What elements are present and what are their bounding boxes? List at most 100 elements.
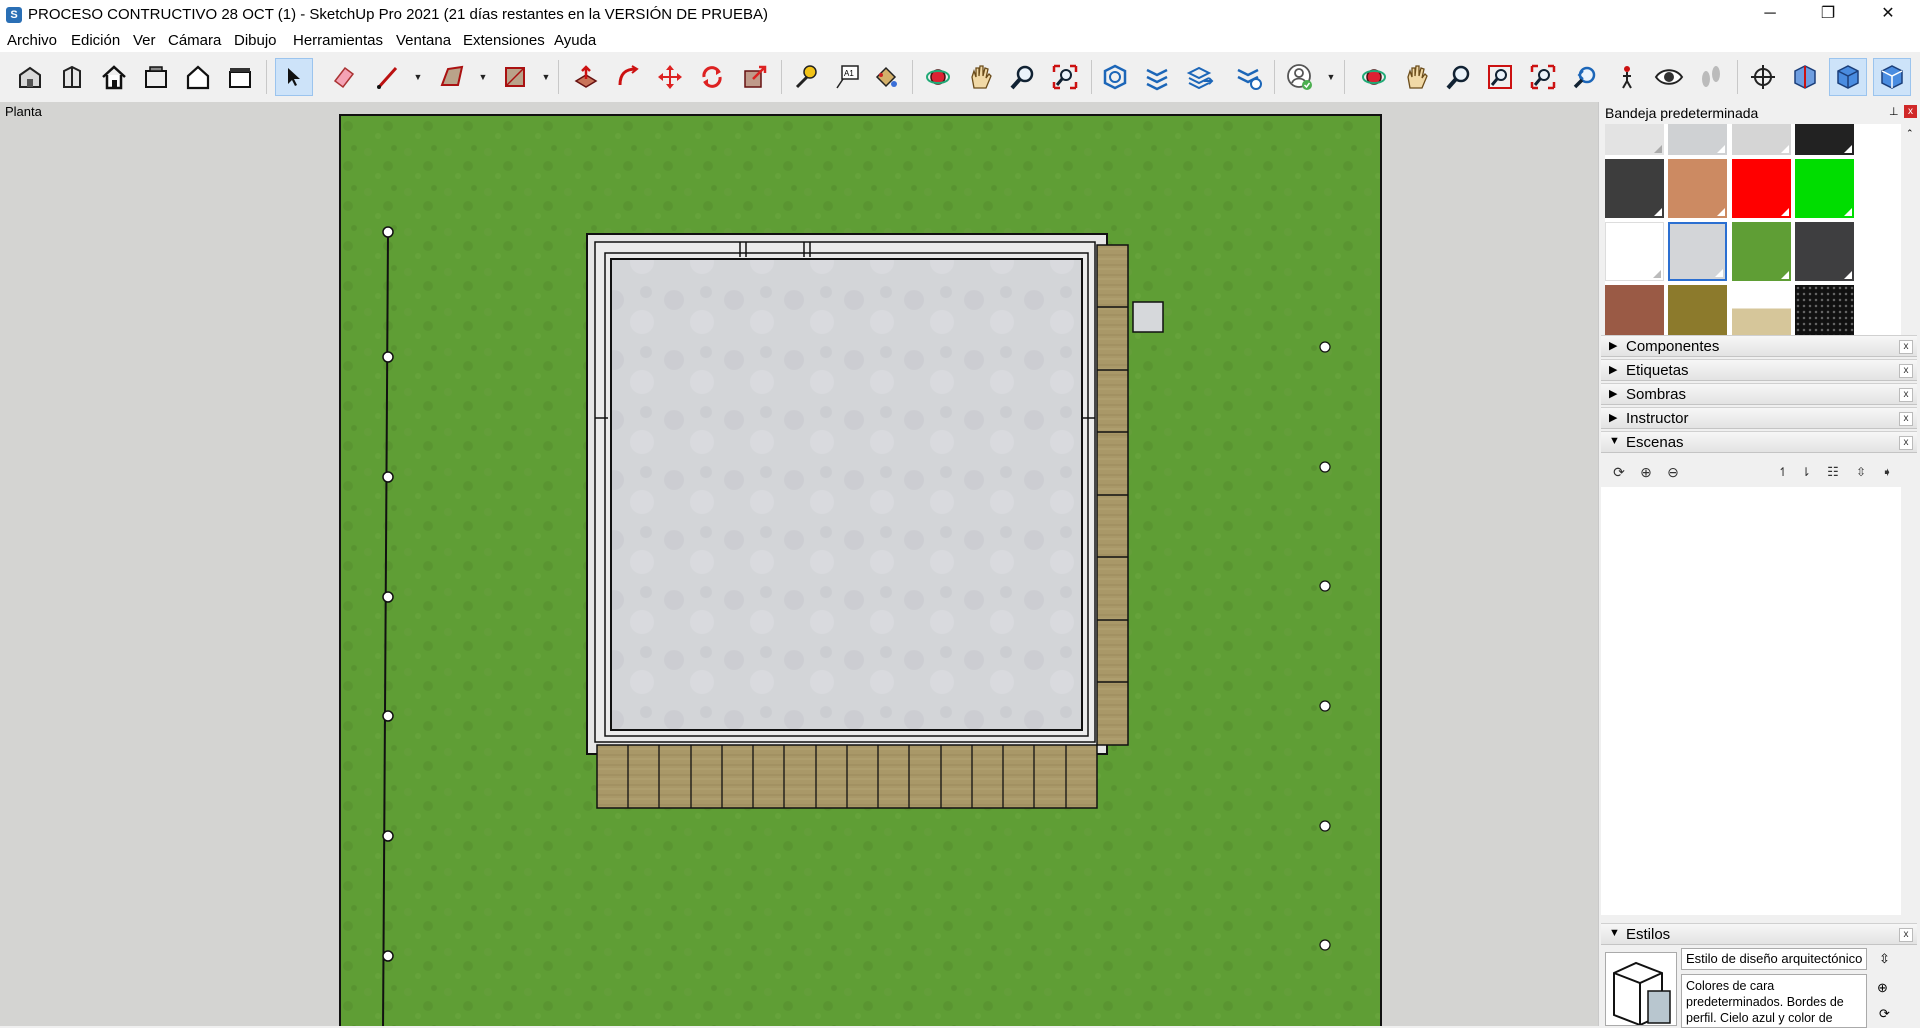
pan-view-icon[interactable] (1397, 58, 1435, 96)
expand-scene-icon[interactable]: ➧ (1877, 462, 1897, 482)
show-details-icon[interactable]: ⇳ (1851, 462, 1871, 482)
move-tool-icon[interactable] (651, 58, 689, 96)
panel-estilos[interactable]: ▼ Estilos x (1601, 923, 1917, 945)
previous-view-icon[interactable] (1566, 58, 1604, 96)
remove-scene-icon[interactable]: ⊖ (1663, 462, 1683, 482)
extension-manager-icon[interactable] (1230, 58, 1268, 96)
update-scene-icon[interactable]: ⟳ (1609, 462, 1629, 482)
zoom-view-icon[interactable] (1439, 58, 1477, 96)
view-options-icon[interactable]: ☷ (1823, 462, 1843, 482)
panel-etiquetas[interactable]: ▶ Etiquetas x (1601, 359, 1917, 381)
panel-close-button[interactable]: x (1899, 340, 1913, 354)
orbit-view-icon[interactable] (1355, 58, 1393, 96)
material-swatch[interactable] (1668, 159, 1727, 218)
panel-componentes[interactable]: ▶ Componentes x (1601, 335, 1917, 357)
menu-camara[interactable]: Cámara (168, 32, 221, 49)
style-name-field[interactable]: Estilo de diseño arquitectónico (1681, 948, 1867, 970)
material-swatch[interactable] (1668, 124, 1727, 155)
walk-icon[interactable] (1692, 58, 1730, 96)
tray-scrollbar[interactable] (1903, 432, 1917, 462)
drawing-viewport[interactable]: Planta (0, 102, 1598, 1026)
menu-extensiones[interactable]: Extensiones (463, 32, 545, 49)
panel-instructor[interactable]: ▶ Instructor x (1601, 407, 1917, 429)
left-view-icon[interactable] (221, 58, 259, 96)
model-canvas[interactable] (0, 102, 1598, 1026)
section-plane-icon[interactable] (1744, 58, 1782, 96)
zoom-extents-view-icon[interactable] (1524, 58, 1562, 96)
panel-close-button[interactable]: x (1899, 388, 1913, 402)
minimize-button[interactable]: ─ (1747, 0, 1793, 30)
menu-ver[interactable]: Ver (133, 32, 156, 49)
move-scene-up-icon[interactable]: ↿ (1773, 462, 1793, 482)
extension-warehouse-icon[interactable] (1138, 58, 1176, 96)
orbit-tool-icon[interactable] (919, 58, 957, 96)
rectangle-tool-icon[interactable] (496, 58, 534, 96)
material-swatch[interactable] (1732, 222, 1791, 281)
swatch-scrollbar[interactable]: ⌃ ⌄ (1903, 124, 1917, 351)
material-swatch[interactable] (1795, 222, 1854, 281)
material-swatch[interactable] (1732, 124, 1791, 155)
position-camera-icon[interactable] (1608, 58, 1646, 96)
pan-tool-icon[interactable] (961, 58, 999, 96)
refresh-style-icon[interactable]: ⟳ (1879, 1006, 1890, 1022)
paint-bucket-tool-icon[interactable] (867, 58, 905, 96)
move-scene-down-icon[interactable]: ⇂ (1796, 462, 1816, 482)
arc-tool-icon[interactable] (433, 58, 471, 96)
add-scene-icon[interactable]: ⊕ (1636, 462, 1656, 482)
panel-close-button[interactable]: x (1899, 412, 1913, 426)
account-dropdown-icon[interactable]: ▼ (1326, 70, 1336, 84)
panel-close-button[interactable]: x (1899, 928, 1913, 942)
menu-dibujo[interactable]: Dibujo (234, 32, 277, 49)
tray-close-button[interactable]: x (1904, 105, 1917, 118)
zoom-tool-icon[interactable] (1003, 58, 1041, 96)
home-view-icon[interactable] (95, 58, 133, 96)
arc-tool-dropdown-icon[interactable]: ▼ (478, 70, 488, 84)
menu-ayuda[interactable]: Ayuda (554, 32, 596, 49)
menu-archivo[interactable]: Archivo (7, 32, 57, 49)
select-tool-icon[interactable] (275, 58, 313, 96)
material-swatch-selected[interactable] (1668, 222, 1727, 281)
line-tool-icon[interactable] (369, 58, 407, 96)
send-to-layout-icon[interactable] (1181, 58, 1219, 96)
menu-ventana[interactable]: Ventana (396, 32, 451, 49)
pin-icon[interactable]: ⊥ (1889, 105, 1899, 118)
menu-edicion[interactable]: Edición (71, 32, 120, 49)
material-swatch[interactable] (1795, 159, 1854, 218)
text-tool-icon[interactable]: A1 (828, 58, 866, 96)
front-view-icon[interactable] (137, 58, 175, 96)
display-section-fill-icon[interactable] (1873, 58, 1911, 96)
style-description-field[interactable]: Colores de cara predeterminados. Bordes … (1681, 974, 1867, 1028)
rectangle-tool-dropdown-icon[interactable]: ▼ (541, 70, 551, 84)
iso-view-icon[interactable] (11, 58, 49, 96)
line-tool-dropdown-icon[interactable]: ▼ (413, 70, 423, 84)
right-view-icon[interactable] (53, 58, 91, 96)
push-pull-tool-icon[interactable] (567, 58, 605, 96)
material-swatch[interactable] (1732, 159, 1791, 218)
material-swatch[interactable] (1605, 159, 1664, 218)
panel-close-button[interactable]: x (1899, 364, 1913, 378)
rotate-tool-icon[interactable] (693, 58, 731, 96)
create-style-icon[interactable]: ⊕ (1877, 980, 1888, 996)
warehouse-icon[interactable] (1096, 58, 1134, 96)
panel-escenas[interactable]: ▼ Escenas x (1601, 431, 1917, 453)
back-view-icon[interactable] (179, 58, 217, 96)
account-profile-icon[interactable] (1281, 58, 1319, 96)
zoom-extents-tool-icon[interactable] (1046, 58, 1084, 96)
display-section-cuts-icon[interactable] (1829, 58, 1867, 96)
sketchup-app-icon[interactable]: S (6, 7, 22, 23)
scale-tool-icon[interactable] (736, 58, 774, 96)
offset-tool-icon[interactable] (609, 58, 647, 96)
material-swatch[interactable] (1605, 222, 1664, 281)
look-around-icon[interactable] (1650, 58, 1688, 96)
style-thumbnail[interactable] (1605, 952, 1677, 1026)
style-update-icon[interactable]: ⇳ (1879, 951, 1890, 967)
material-swatch[interactable] (1795, 124, 1854, 155)
zoom-window-icon[interactable] (1481, 58, 1519, 96)
panel-sombras[interactable]: ▶ Sombras x (1601, 383, 1917, 405)
tape-measure-tool-icon[interactable] (786, 58, 824, 96)
close-window-button[interactable]: ✕ (1865, 0, 1911, 30)
scene-list[interactable] (1601, 487, 1901, 915)
menu-herramientas[interactable]: Herramientas (293, 32, 383, 49)
eraser-tool-icon[interactable] (324, 58, 362, 96)
material-swatch[interactable] (1605, 124, 1664, 155)
